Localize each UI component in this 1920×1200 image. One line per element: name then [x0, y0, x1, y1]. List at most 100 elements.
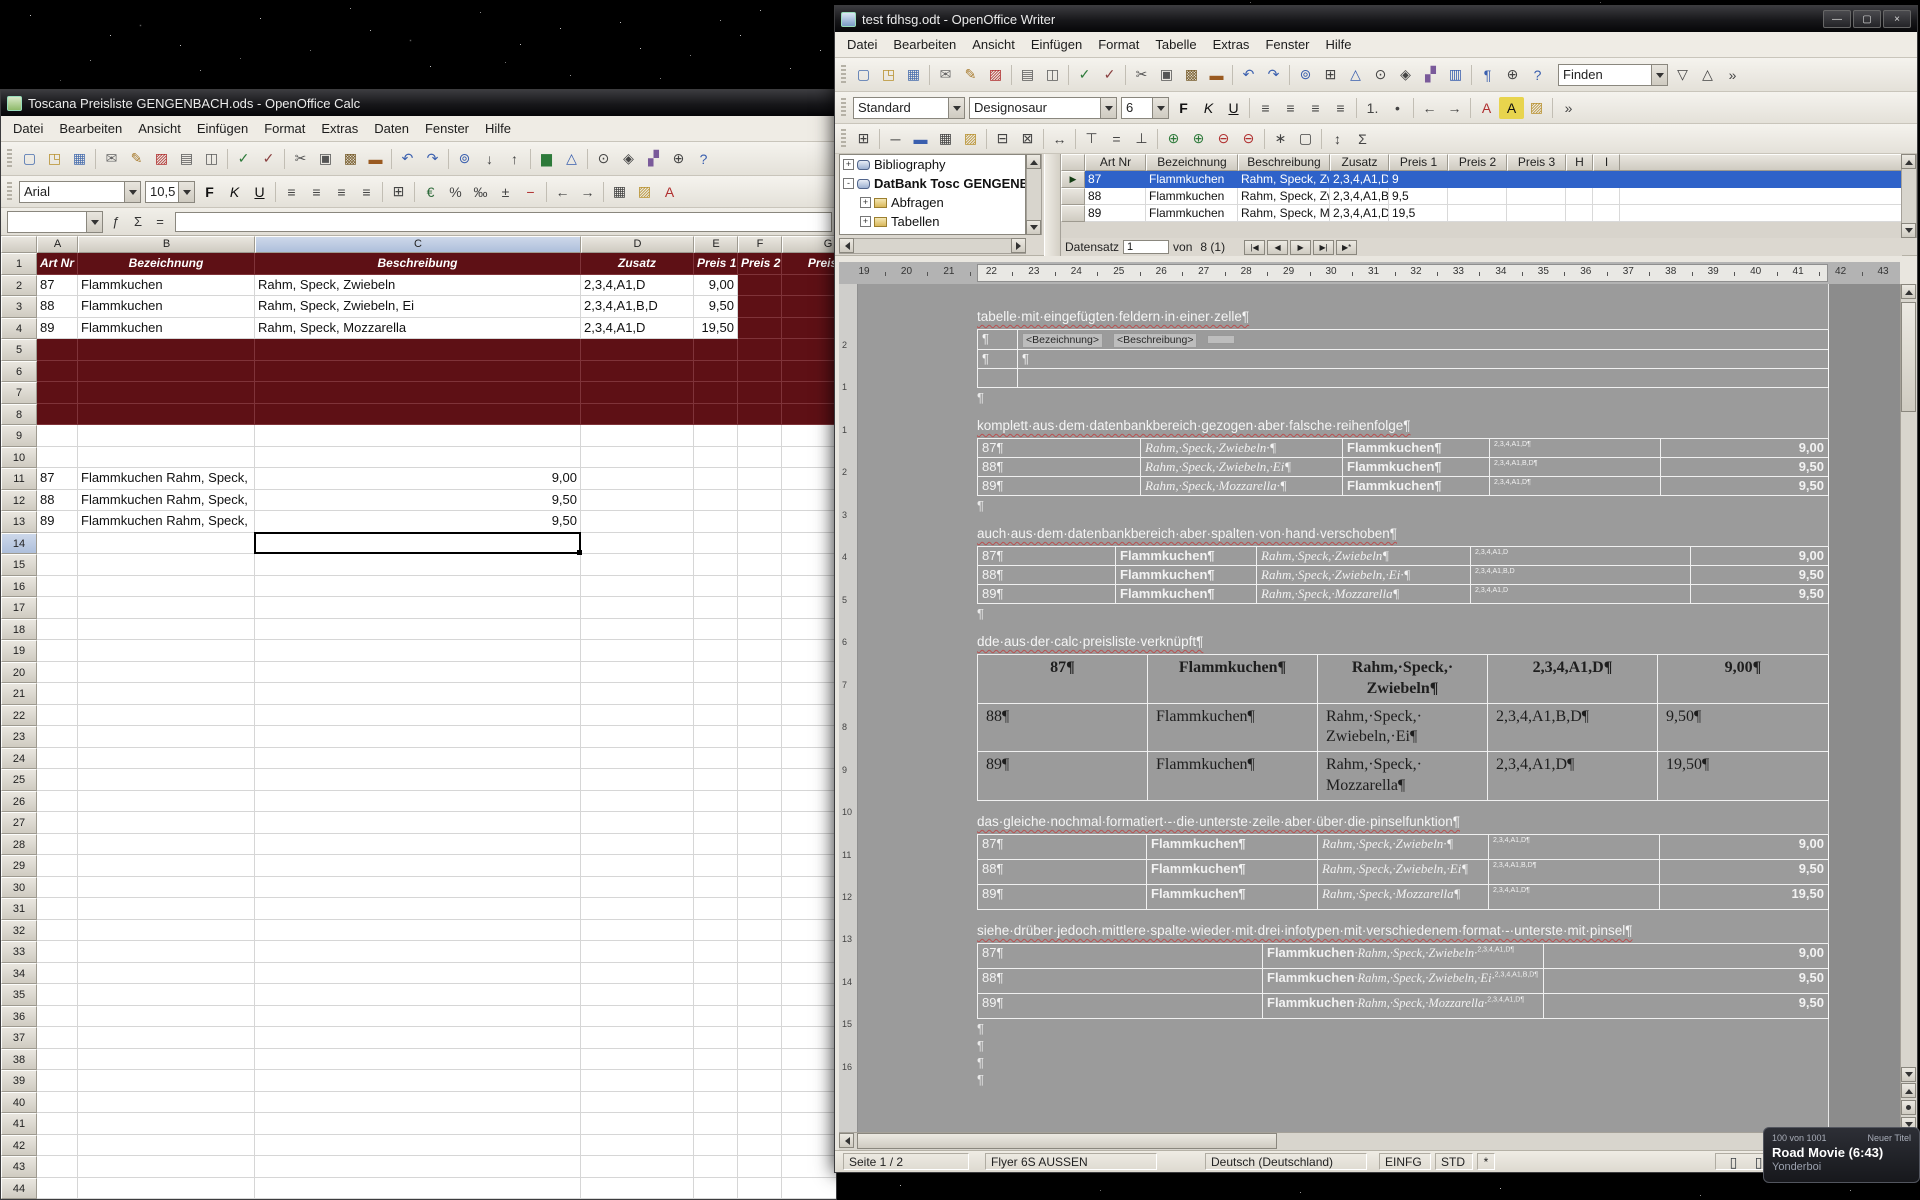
- tree-horizontal-scrollbar[interactable]: [839, 238, 1026, 254]
- dropdown-arrow-icon[interactable]: [1100, 98, 1116, 118]
- cell-F23[interactable]: [738, 726, 782, 748]
- doc-table-cell[interactable]: 2,3,4,A1,B,D¶: [1489, 860, 1660, 885]
- insert-table-icon[interactable]: ⊞: [851, 128, 876, 150]
- ds-cell[interactable]: [1566, 205, 1593, 222]
- cell-C34[interactable]: [255, 963, 581, 985]
- cell-G14[interactable]: [782, 533, 836, 555]
- cell-B20[interactable]: [78, 662, 255, 684]
- column-header-c[interactable]: C: [255, 236, 581, 253]
- cell-G1[interactable]: Preis 3: [782, 253, 836, 275]
- doc-table-cell[interactable]: Rahm,·Speck,·Zwiebeln,·Ei¶: [1318, 860, 1489, 885]
- cell-F41[interactable]: [738, 1113, 782, 1135]
- status-language[interactable]: Deutsch (Deutschland): [1205, 1153, 1367, 1170]
- row-header-43[interactable]: 43: [1, 1156, 37, 1178]
- cell-E21[interactable]: [694, 683, 738, 705]
- row-header-32[interactable]: 32: [1, 920, 37, 942]
- cell-F32[interactable]: [738, 920, 782, 942]
- font-size-combo[interactable]: 10,5: [145, 181, 195, 203]
- table-properties-icon[interactable]: ▢: [1293, 128, 1318, 150]
- print-icon[interactable]: ▤: [1015, 64, 1040, 86]
- status-modified-flag[interactable]: *: [1477, 1153, 1495, 1170]
- cell-A32[interactable]: [37, 920, 78, 942]
- doc-table-cell[interactable]: Flammkuchen·Rahm,·Speck,·Mozzarella·2,3,…: [1263, 994, 1544, 1019]
- format-paintbrush-icon[interactable]: ▬: [1204, 64, 1229, 86]
- column-header-f[interactable]: F: [738, 236, 782, 253]
- record-number-input[interactable]: 1: [1123, 240, 1169, 254]
- row-header-6[interactable]: 6: [1, 361, 37, 383]
- align-left-icon[interactable]: ≡: [1253, 97, 1278, 119]
- save-icon[interactable]: ▦: [67, 148, 92, 170]
- cell-A42[interactable]: [37, 1135, 78, 1157]
- calc-menu-einfügen[interactable]: Einfügen: [189, 118, 256, 139]
- row-header-17[interactable]: 17: [1, 597, 37, 619]
- document-vertical-scrollbar[interactable]: [1900, 284, 1917, 1132]
- merge-cells-icon[interactable]: ⊟: [990, 128, 1015, 150]
- doc-table-cell[interactable]: ¶: [978, 350, 1018, 369]
- writer-menu-ansicht[interactable]: Ansicht: [964, 34, 1023, 55]
- cell-E41[interactable]: [694, 1113, 738, 1135]
- navigate-by-icon[interactable]: [1901, 1100, 1916, 1115]
- row-header-1[interactable]: 1: [1, 253, 37, 275]
- cell-A34[interactable]: [37, 963, 78, 985]
- cell-D7[interactable]: [581, 382, 694, 404]
- cell-G31[interactable]: [782, 898, 836, 920]
- ds-cell[interactable]: Flammkuchen: [1146, 171, 1238, 188]
- cell-E20[interactable]: [694, 662, 738, 684]
- cell-B32[interactable]: [78, 920, 255, 942]
- align-justified-icon[interactable]: ≡: [1328, 97, 1353, 119]
- document-horizontal-scrollbar[interactable]: [839, 1132, 1900, 1150]
- cell-F19[interactable]: [738, 640, 782, 662]
- cell-F7[interactable]: [738, 382, 782, 404]
- delete-row-icon[interactable]: ⊖: [1211, 128, 1236, 150]
- cell-A9[interactable]: [37, 425, 78, 447]
- cell-A13[interactable]: 89: [37, 511, 78, 533]
- row-header-28[interactable]: 28: [1, 834, 37, 856]
- cell-A8[interactable]: [37, 404, 78, 426]
- cell-A36[interactable]: [37, 1006, 78, 1028]
- split-cells-icon[interactable]: ⊠: [1015, 128, 1040, 150]
- cell-C43[interactable]: [255, 1156, 581, 1178]
- cell-A21[interactable]: [37, 683, 78, 705]
- doc-table-cell[interactable]: 9,50: [1691, 566, 1829, 585]
- doc-table-cell[interactable]: Flammkuchen·Rahm,·Speck,·Zwiebeln,·Ei·2,…: [1263, 969, 1544, 994]
- ds-record-row[interactable]: ▶87FlammkuchenRahm, Speck, Zwi2,3,4,A1,D…: [1061, 171, 1902, 188]
- cell-B4[interactable]: Flammkuchen: [78, 318, 255, 340]
- doc-heading[interactable]: das·gleiche·nochmal·formatiert·-·die·unt…: [977, 814, 1829, 829]
- add-decimal-icon[interactable]: ±: [493, 181, 518, 203]
- column-header-b[interactable]: B: [78, 236, 255, 253]
- cell-F12[interactable]: [738, 490, 782, 512]
- row-header-21[interactable]: 21: [1, 683, 37, 705]
- cell-F38[interactable]: [738, 1049, 782, 1071]
- cell-E31[interactable]: [694, 898, 738, 920]
- doc-table-cell[interactable]: Flammkuchen¶: [1147, 860, 1318, 885]
- ds-cell[interactable]: [1507, 188, 1566, 205]
- cell-B44[interactable]: [78, 1178, 255, 1200]
- cell-D6[interactable]: [581, 361, 694, 383]
- cell-D27[interactable]: [581, 812, 694, 834]
- cell-E28[interactable]: [694, 834, 738, 856]
- row-header-27[interactable]: 27: [1, 812, 37, 834]
- cell-C30[interactable]: [255, 877, 581, 899]
- cell-C14[interactable]: [255, 533, 581, 555]
- numbered-list-icon[interactable]: 1.: [1360, 97, 1385, 119]
- cell-F25[interactable]: [738, 769, 782, 791]
- cell-E13[interactable]: [694, 511, 738, 533]
- cell-A7[interactable]: [37, 382, 78, 404]
- find-next-icon[interactable]: ▽: [1670, 64, 1695, 86]
- sort-descending-icon[interactable]: ↑: [502, 148, 527, 170]
- cell-D10[interactable]: [581, 447, 694, 469]
- doc-table-cell[interactable]: 89¶: [978, 885, 1147, 910]
- new-record-button[interactable]: ▶*: [1336, 240, 1357, 255]
- calc-titlebar[interactable]: Toscana Preisliste GENGENBACH.ods - Open…: [1, 90, 836, 116]
- previous-record-button[interactable]: ◀: [1267, 240, 1288, 255]
- cell-F16[interactable]: [738, 576, 782, 598]
- database-field-chip-small[interactable]: [1207, 335, 1235, 344]
- cell-C6[interactable]: [255, 361, 581, 383]
- cell-G27[interactable]: [782, 812, 836, 834]
- toolbar-grip[interactable]: [841, 129, 846, 149]
- cell-D19[interactable]: [581, 640, 694, 662]
- doc-table-cell[interactable]: 88¶: [978, 704, 1148, 753]
- cell-E14[interactable]: [694, 533, 738, 555]
- decrease-indent-icon[interactable]: ←: [1417, 97, 1442, 119]
- cell-B36[interactable]: [78, 1006, 255, 1028]
